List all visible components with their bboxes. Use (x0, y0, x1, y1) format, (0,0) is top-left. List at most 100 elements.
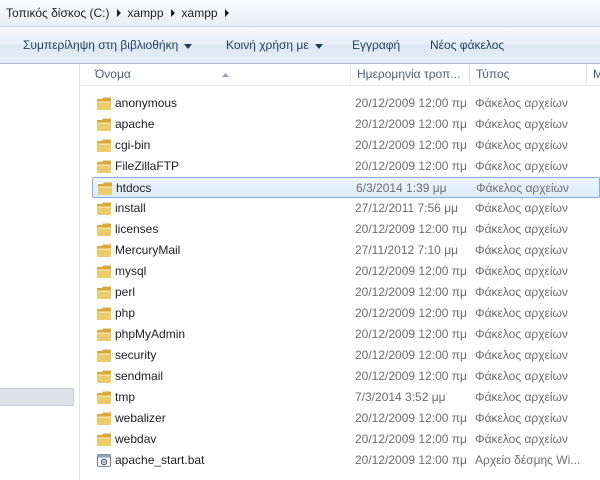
batch-file-icon (96, 453, 112, 468)
file-date: 20/12/2009 12:00 πμ (355, 306, 467, 320)
new-folder-button[interactable]: Νέος φάκελος (430, 38, 504, 52)
command-bar: Συμπερίληψη στη βιβλιοθήκη Κοινή χρήση μ… (0, 27, 600, 64)
file-row[interactable]: apache 20/12/2009 12:00 πμ Φάκελος αρχεί… (81, 114, 600, 135)
file-row[interactable]: install 27/12/2011 7:56 μμ Φάκελος αρχεί… (81, 198, 600, 219)
file-row[interactable]: MercuryMail 27/11/2012 7:10 μμ Φάκελος α… (81, 240, 600, 261)
file-date: 27/12/2011 7:56 μμ (355, 201, 459, 215)
file-row[interactable]: anonymous 20/12/2009 12:00 πμ Φάκελος αρ… (81, 93, 600, 114)
file-type: Φάκελος αρχείων (475, 285, 568, 299)
file-name: apache_start.bat (115, 453, 205, 467)
file-type: Φάκελος αρχείων (475, 369, 568, 383)
folder-icon (96, 285, 112, 300)
file-row[interactable]: security 20/12/2009 12:00 πμ Φάκελος αρχ… (81, 345, 600, 366)
folder-icon (96, 138, 112, 153)
folder-icon (96, 96, 112, 111)
file-row[interactable]: phpMyAdmin 20/12/2009 12:00 πμ Φάκελος α… (81, 324, 600, 345)
breadcrumb-item-xampp[interactable]: xampp (126, 6, 166, 20)
breadcrumb-chevron-icon[interactable] (114, 9, 124, 17)
include-in-library-button[interactable]: Συμπερίληψη στη βιβλιοθήκη (23, 38, 193, 52)
burn-button[interactable]: Εγγραφή (352, 38, 400, 52)
file-date: 20/12/2009 12:00 πμ (355, 348, 467, 362)
file-date: 27/11/2012 7:10 μμ (355, 243, 459, 257)
file-row[interactable]: apache_start.bat 20/12/2009 12:00 πμ Αρχ… (81, 450, 600, 471)
folder-icon (97, 181, 113, 196)
file-name: perl (115, 285, 136, 299)
file-type: Φάκελος αρχείων (475, 327, 568, 341)
dropdown-arrow-icon (184, 38, 193, 52)
file-row[interactable]: webalizer 20/12/2009 12:00 πμ Φάκελος αρ… (81, 408, 600, 429)
column-header-date-label: Ημερομηνία τροπ... (357, 67, 461, 81)
file-name: FileZillaFTP (115, 159, 180, 173)
file-row-selected[interactable]: htdocs 6/3/2014 1:39 μμ Φάκελος αρχείων (92, 177, 600, 198)
share-with-button[interactable]: Κοινή χρήση με (226, 38, 323, 52)
file-row[interactable]: perl 20/12/2009 12:00 πμ Φάκελος αρχείων (81, 282, 600, 303)
file-name: cgi-bin (115, 138, 151, 152)
file-date: 20/12/2009 12:00 πμ (355, 138, 467, 152)
file-row[interactable]: FileZillaFTP 20/12/2009 12:00 πμ Φάκελος… (81, 156, 600, 177)
file-name: webalizer (115, 411, 166, 425)
folder-icon (96, 159, 112, 174)
breadcrumb-chevron-icon[interactable] (168, 9, 178, 17)
file-row[interactable]: cgi-bin 20/12/2009 12:00 πμ Φάκελος αρχε… (81, 135, 600, 156)
file-date: 20/12/2009 12:00 πμ (355, 369, 467, 383)
file-date: 7/3/2014 3:52 μμ (355, 390, 446, 404)
address-bar[interactable]: Τοπικός δίσκος (C:) xampp xampp (0, 0, 600, 27)
file-date: 20/12/2009 12:00 πμ (355, 285, 467, 299)
file-name: anonymous (115, 96, 178, 110)
dropdown-arrow-icon (314, 38, 323, 52)
folder-icon (96, 411, 112, 426)
file-name: security (115, 348, 157, 362)
file-row[interactable]: tmp 7/3/2014 3:52 μμ Φάκελος αρχείων (81, 387, 600, 408)
include-in-library-label: Συμπερίληψη στη βιβλιοθήκη (23, 38, 179, 52)
file-name: mysql (115, 264, 147, 278)
file-type: Αρχείο δέσμης Wi... (475, 453, 581, 467)
navigation-selected-item[interactable] (0, 388, 74, 406)
file-row[interactable]: php 20/12/2009 12:00 πμ Φάκελος αρχείων (81, 303, 600, 324)
file-name: install (115, 201, 146, 215)
file-type: Φάκελος αρχείων (475, 348, 568, 362)
folder-icon (96, 117, 112, 132)
burn-label: Εγγραφή (352, 38, 401, 52)
folder-icon (96, 306, 112, 321)
file-row[interactable]: sendmail 20/12/2009 12:00 πμ Φάκελος αρχ… (81, 366, 600, 387)
file-date: 20/12/2009 12:00 πμ (355, 117, 467, 131)
file-type: Φάκελος αρχείων (475, 117, 568, 131)
column-header-size[interactable]: Μ (586, 64, 600, 85)
file-name: phpMyAdmin (115, 327, 186, 341)
file-row[interactable]: licenses 20/12/2009 12:00 πμ Φάκελος αρχ… (81, 219, 600, 240)
column-header-date[interactable]: Ημερομηνία τροπ... (350, 64, 469, 85)
file-type: Φάκελος αρχείων (475, 222, 568, 236)
file-type: Φάκελος αρχείων (475, 96, 568, 110)
folder-icon (96, 327, 112, 342)
folder-icon (96, 243, 112, 258)
file-name: php (115, 306, 136, 320)
breadcrumb: Τοπικός δίσκος (C:) xampp xampp (4, 6, 234, 20)
file-date: 20/12/2009 12:00 πμ (355, 264, 467, 278)
folder-icon (96, 390, 112, 405)
new-folder-label: Νέος φάκελος (430, 38, 505, 52)
folder-icon (96, 369, 112, 384)
file-name: htdocs (116, 181, 152, 195)
file-date: 6/3/2014 1:39 μμ (356, 181, 447, 195)
file-name: apache (115, 117, 155, 131)
file-type: Φάκελος αρχείων (475, 306, 568, 320)
folder-icon (96, 348, 112, 363)
share-with-label: Κοινή χρήση με (226, 38, 309, 52)
breadcrumb-item-local-disk[interactable]: Τοπικός δίσκος (C:) (4, 6, 112, 20)
column-header-size-label: Μ (593, 67, 600, 81)
folder-icon (96, 432, 112, 447)
navigation-pane[interactable] (0, 64, 80, 480)
breadcrumb-item-xampp-current[interactable]: xampp (180, 6, 220, 20)
breadcrumb-chevron-icon[interactable] (222, 9, 232, 17)
file-row[interactable]: webdav 20/12/2009 12:00 πμ Φάκελος αρχεί… (81, 429, 600, 450)
file-name: webdav (115, 432, 157, 446)
folder-icon (96, 264, 112, 279)
file-row[interactable]: mysql 20/12/2009 12:00 πμ Φάκελος αρχείω… (81, 261, 600, 282)
column-header-type[interactable]: Τύπος (469, 64, 586, 85)
column-header-type-label: Τύπος (476, 67, 510, 81)
file-date: 20/12/2009 12:00 πμ (355, 453, 467, 467)
file-name: MercuryMail (115, 243, 181, 257)
file-name: sendmail (115, 369, 164, 383)
file-date: 20/12/2009 12:00 πμ (355, 222, 467, 236)
column-header-name[interactable]: Όνομα (89, 64, 351, 85)
